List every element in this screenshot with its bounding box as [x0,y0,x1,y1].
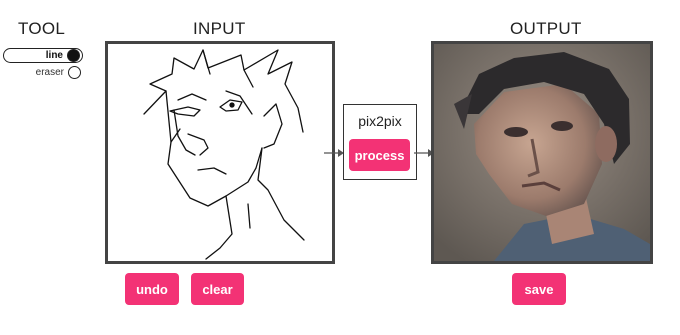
clear-button[interactable]: clear [191,273,244,305]
undo-button[interactable]: undo [125,273,179,305]
radio-selected-icon [67,49,80,62]
output-image [431,41,653,264]
model-name: pix2pix [358,113,402,129]
generated-portrait [434,44,650,261]
radio-unselected-icon [68,66,81,79]
tool-heading: TOOL [18,19,66,38]
tool-option-eraser-label: eraser [35,67,64,78]
model-box: pix2pix process [343,104,417,180]
input-heading: INPUT [193,19,246,38]
output-heading: OUTPUT [510,19,582,38]
process-button[interactable]: process [349,139,410,171]
tool-option-line[interactable]: line [0,48,83,63]
save-button[interactable]: save [512,273,566,305]
tool-option-line-label: line [45,50,63,61]
drawing-canvas[interactable] [105,41,335,264]
sketch-drawing [143,49,305,260]
tool-option-eraser[interactable]: eraser [0,66,81,79]
arrow-right-icon [324,149,344,157]
